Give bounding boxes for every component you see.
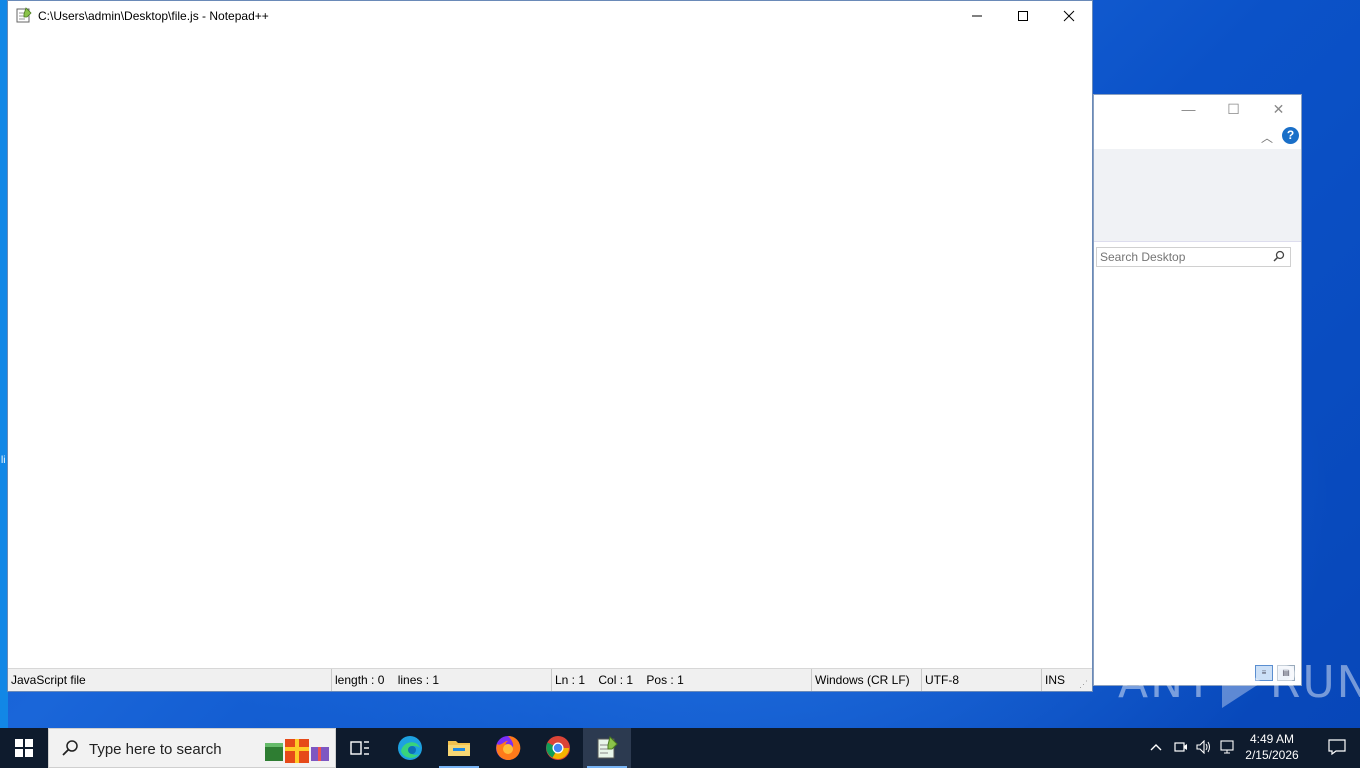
window-controls bbox=[954, 1, 1092, 31]
title-bar[interactable]: C:\Users\admin\Desktop\file.js - Notepad… bbox=[8, 1, 1092, 31]
chevron-up-icon[interactable] bbox=[1150, 740, 1162, 756]
edge-icon[interactable] bbox=[386, 728, 434, 768]
search-icon[interactable] bbox=[1273, 250, 1285, 265]
search-desktop-input[interactable] bbox=[1100, 250, 1260, 264]
window-title: C:\Users\admin\Desktop\file.js - Notepad… bbox=[38, 9, 269, 23]
firefox-icon[interactable] bbox=[484, 728, 532, 768]
clock-time: 4:49 AM bbox=[1249, 732, 1295, 746]
file-explorer-icon[interactable] bbox=[435, 728, 483, 768]
volume-icon[interactable] bbox=[1196, 739, 1212, 757]
explorer-window-controls: — ☐ ✕ bbox=[1166, 95, 1301, 125]
help-icon[interactable]: ? bbox=[1282, 127, 1299, 144]
task-view-icon[interactable] bbox=[336, 728, 384, 768]
start-button[interactable] bbox=[0, 728, 48, 768]
close-button[interactable]: ✕ bbox=[1256, 95, 1301, 123]
clock[interactable]: 4:49 AM 2/15/2026 bbox=[1242, 731, 1302, 763]
notepad-plus-plus-taskbar-icon[interactable] bbox=[583, 728, 631, 768]
status-col: Col : 1 bbox=[598, 673, 634, 687]
minimize-button[interactable]: — bbox=[1166, 95, 1211, 123]
chevron-up-icon[interactable]: ︿ bbox=[1261, 129, 1273, 146]
search-placeholder: Type here to search bbox=[89, 741, 222, 758]
clock-date: 2/15/2026 bbox=[1245, 748, 1299, 762]
status-position: Ln : 1 Col : 1 Pos : 1 bbox=[552, 669, 812, 691]
anyrun-watermark: ANY RUN bbox=[1118, 656, 1360, 708]
ribbon-header: ︿ ? bbox=[1094, 125, 1301, 149]
search-desktop-box[interactable] bbox=[1096, 247, 1291, 267]
status-length-lines: length : 0 lines : 1 bbox=[332, 669, 552, 691]
status-insert-mode: INS bbox=[1045, 673, 1066, 687]
notepad-plus-plus-window[interactable]: C:\Users\admin\Desktop\file.js - Notepad… bbox=[7, 0, 1093, 692]
edge-text: li bbox=[1, 455, 6, 466]
notepad-plus-plus-icon bbox=[16, 7, 32, 23]
resize-grip-icon[interactable]: ⋰ bbox=[1079, 679, 1089, 689]
status-ln: Ln : 1 bbox=[555, 673, 586, 687]
status-eol: Windows (CR LF) bbox=[812, 669, 922, 691]
minimize-button[interactable] bbox=[954, 1, 1000, 31]
taskbar-search[interactable]: Type here to search bbox=[48, 728, 336, 768]
status-encoding: UTF-8 bbox=[922, 669, 1042, 691]
maximize-button[interactable] bbox=[1000, 1, 1046, 31]
windows-logo-icon bbox=[15, 739, 33, 757]
chrome-icon[interactable] bbox=[534, 728, 582, 768]
play-logo-icon bbox=[1221, 656, 1262, 708]
taskbar: Type here to search 4:49 AM 2/15/2026 bbox=[0, 728, 1360, 768]
file-explorer-window[interactable]: — ☐ ✕ ︿ ? ≡ ▤ bbox=[1093, 94, 1302, 686]
text-editor-area[interactable] bbox=[8, 31, 1092, 669]
watermark-left: ANY bbox=[1118, 656, 1214, 708]
close-button[interactable] bbox=[1046, 1, 1092, 31]
ribbon-panel bbox=[1094, 149, 1301, 242]
status-file-type: JavaScript file bbox=[8, 669, 332, 691]
watermark-right: RUN bbox=[1269, 656, 1360, 708]
status-pos: Pos : 1 bbox=[646, 673, 684, 687]
search-icon bbox=[61, 739, 79, 760]
system-tray: 4:49 AM 2/15/2026 bbox=[1140, 728, 1360, 768]
gift-promo-icon[interactable] bbox=[263, 735, 333, 763]
status-length: length : 0 bbox=[335, 673, 385, 687]
maximize-button[interactable]: ☐ bbox=[1211, 95, 1256, 123]
network-icon[interactable] bbox=[1220, 740, 1236, 757]
meet-now-icon[interactable] bbox=[1174, 740, 1188, 757]
status-bar: JavaScript file length : 0 lines : 1 Ln … bbox=[8, 668, 1092, 691]
status-lines: lines : 1 bbox=[397, 673, 440, 687]
notification-icon[interactable] bbox=[1328, 739, 1346, 756]
